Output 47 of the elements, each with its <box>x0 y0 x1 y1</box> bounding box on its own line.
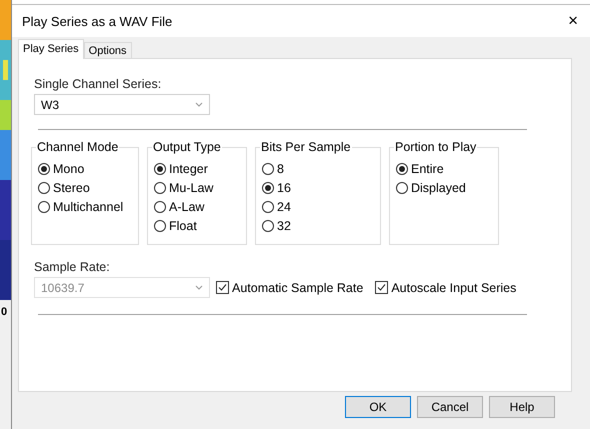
field-label: Single Channel Series: <box>34 77 162 91</box>
group-title: Output Type <box>152 140 222 154</box>
radio-button[interactable] <box>396 182 408 194</box>
checkbox-label: Autoscale Input Series <box>391 280 516 294</box>
radio-label: Displayed <box>411 180 466 194</box>
radio-button[interactable] <box>154 220 166 232</box>
radio-label: Mono <box>53 162 84 176</box>
dialog-button[interactable]: Help <box>489 396 555 418</box>
window-title: Play Series as a WAV File <box>22 14 172 28</box>
radio-button[interactable] <box>262 200 274 212</box>
radio-label: Integer <box>169 162 208 176</box>
radio-label: 8 <box>277 162 284 176</box>
radio-button[interactable] <box>154 162 166 174</box>
radio-label: 24 <box>277 200 291 214</box>
checkbox[interactable] <box>216 281 229 294</box>
radio-label: Float <box>169 218 197 232</box>
radio-button[interactable] <box>154 182 166 194</box>
radio-button[interactable] <box>396 162 408 174</box>
radio-label: A-Law <box>169 200 204 214</box>
radio-label: 16 <box>277 180 291 194</box>
dialog-button[interactable]: Cancel <box>417 396 483 418</box>
radio-label: 32 <box>277 218 291 232</box>
group-title: Bits Per Sample <box>260 140 352 154</box>
dialog-button[interactable]: OK <box>345 396 411 418</box>
chevron-icon <box>195 102 203 107</box>
radio-button[interactable] <box>262 162 274 174</box>
radio-button[interactable] <box>38 200 50 212</box>
series-dropdown[interactable]: W3 <box>34 94 210 115</box>
field-label: Sample Rate: <box>34 260 111 274</box>
radio-label: Mu-Law <box>169 180 214 194</box>
radio-button[interactable] <box>262 182 274 194</box>
radio-button[interactable] <box>262 220 274 232</box>
radio-button[interactable] <box>38 162 50 174</box>
radio-button[interactable] <box>154 200 166 212</box>
checkbox[interactable] <box>375 281 388 294</box>
close-button[interactable]: × <box>564 11 582 31</box>
group-title: Channel Mode <box>36 140 120 154</box>
radio-button[interactable] <box>38 182 50 194</box>
axis-label: 0 <box>0 305 8 318</box>
chevron-icon <box>195 285 203 290</box>
checkbox-label: Automatic Sample Rate <box>232 280 364 294</box>
radio-label: Stereo <box>53 180 90 194</box>
group-title: Portion to Play <box>394 140 478 154</box>
tab[interactable]: Play Series <box>18 39 84 59</box>
radio-label: Multichannel <box>53 200 124 214</box>
radio-label: Entire <box>411 162 444 176</box>
tab[interactable]: Options <box>84 42 132 58</box>
